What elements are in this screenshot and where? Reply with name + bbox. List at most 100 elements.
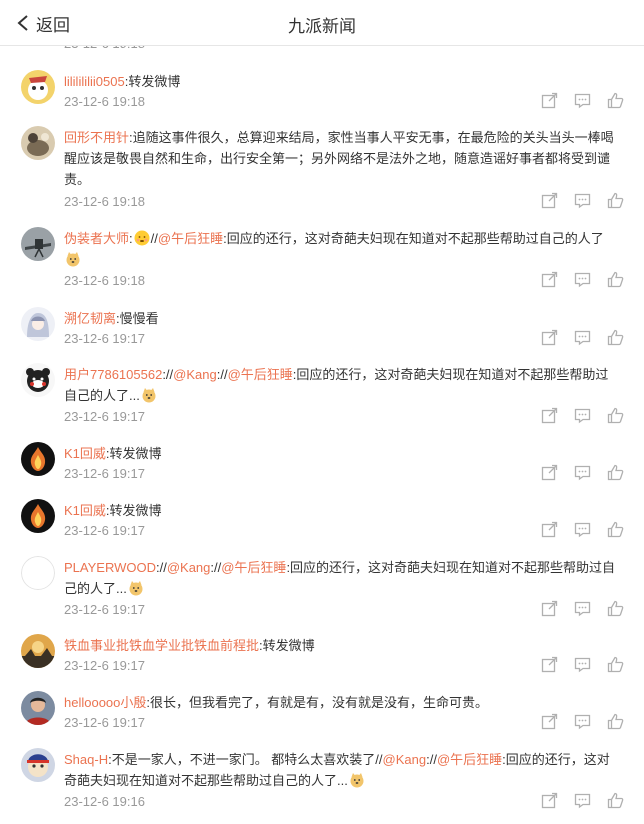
comment-username[interactable]: 用户7786105562 — [64, 367, 162, 382]
avatar[interactable] — [21, 499, 55, 533]
mention-link[interactable]: @午后狂睡 — [221, 560, 286, 575]
comment-text: :回应的还行，这对奇葩夫妇现在知道对不起那些帮助过自己的人了 — [223, 231, 604, 246]
comment-text: :不是一家人，不进一家门。 都特么太喜欢装了// — [108, 752, 383, 767]
share-icon[interactable] — [541, 271, 558, 288]
comment-text: :// — [210, 560, 222, 575]
comment-actions — [541, 407, 624, 424]
share-icon[interactable] — [541, 329, 558, 346]
comment-username[interactable]: hellooooo小殷 — [64, 695, 146, 710]
comment-time: 23-12-6 19:17 — [64, 658, 145, 673]
comment-text: :转发微博 — [124, 74, 181, 89]
avatar[interactable] — [21, 691, 55, 725]
comment-text: :慢慢看 — [116, 311, 159, 326]
share-icon[interactable] — [541, 464, 558, 481]
share-icon[interactable] — [541, 407, 558, 424]
comment-icon[interactable] — [574, 464, 591, 481]
like-icon[interactable] — [607, 713, 624, 730]
comment-username[interactable]: K1回威 — [64, 446, 106, 461]
comment-username[interactable]: 回形不用针 — [64, 130, 129, 145]
share-icon[interactable] — [541, 192, 558, 209]
avatar[interactable] — [21, 363, 55, 397]
doge-emoji-icon — [66, 252, 80, 267]
comment-icon[interactable] — [574, 656, 591, 673]
comment-username[interactable]: 铁血事业批铁血学业批铁血前程批 — [64, 638, 259, 653]
avatar[interactable] — [21, 748, 55, 782]
comment-actions — [541, 464, 624, 481]
avatar[interactable] — [21, 556, 55, 590]
share-icon[interactable] — [541, 713, 558, 730]
comment-text: :// — [426, 752, 437, 767]
like-icon[interactable] — [607, 600, 624, 617]
mention-link[interactable]: @午后狂睡 — [437, 752, 502, 767]
comment-username[interactable]: Shaq-H — [64, 752, 108, 767]
comment-icon[interactable] — [574, 329, 591, 346]
comment-text: :// — [216, 367, 228, 382]
like-icon[interactable] — [607, 192, 624, 209]
avatar[interactable] — [21, 227, 55, 261]
comment-icon[interactable] — [574, 600, 591, 617]
comment-time: 23-12-6 19:17 — [64, 602, 145, 617]
comment-username[interactable]: 溯亿韧离 — [64, 311, 116, 326]
share-icon[interactable] — [541, 521, 558, 538]
avatar[interactable] — [21, 70, 55, 104]
mention-link[interactable]: @Kang — [167, 560, 211, 575]
comment-icon[interactable] — [574, 92, 591, 109]
comment-time: 23-12-6 19:18 — [64, 94, 145, 109]
comment-time: 23-12-6 19:16 — [64, 794, 145, 809]
mention-link[interactable]: @午后狂睡 — [158, 231, 223, 246]
like-icon[interactable] — [607, 521, 624, 538]
comment-text: :转发微博 — [259, 638, 315, 653]
share-icon[interactable] — [541, 600, 558, 617]
comment-time: 23-12-6 19:17 — [64, 466, 145, 481]
like-icon[interactable] — [607, 407, 624, 424]
comment-icon[interactable] — [574, 792, 591, 809]
share-icon[interactable] — [541, 656, 558, 673]
like-icon[interactable] — [607, 656, 624, 673]
mention-link[interactable]: @Kang — [173, 367, 217, 382]
comment-text: :// — [162, 367, 174, 382]
comment-body: 用户7786105562://@Kang://@午后狂睡:回应的还行，这对奇葩夫… — [64, 364, 620, 406]
comment-icon[interactable] — [574, 407, 591, 424]
comment-time: 23-12-6 19:17 — [64, 409, 145, 424]
comment-actions — [541, 600, 624, 617]
mention-link[interactable]: @Kang — [383, 752, 427, 767]
comment-text: :转发微博 — [105, 503, 162, 518]
comment-body: PLAYERWOOD://@Kang://@午后狂睡:回应的还行，这对奇葩夫妇现… — [64, 557, 620, 599]
share-icon[interactable] — [541, 792, 558, 809]
like-icon[interactable] — [607, 329, 624, 346]
comment-actions — [541, 521, 624, 538]
like-icon[interactable] — [607, 792, 624, 809]
comment-text: // — [150, 231, 158, 246]
share-icon[interactable] — [541, 92, 558, 109]
avatar[interactable] — [21, 307, 55, 341]
comment-username[interactable]: PLAYERWOOD — [64, 560, 156, 575]
mention-link[interactable]: @午后狂睡 — [228, 367, 293, 382]
comment-text: :追随这事件很久，总算迎来结局，家性当事人平安无事，在最危险的关头当头一棒喝醒应… — [64, 130, 614, 187]
avatar[interactable] — [21, 442, 55, 476]
top-nav-bar: 返回 九派新闻 — [0, 0, 644, 46]
comment-time: 23-12-6 19:17 — [64, 331, 145, 346]
comment-icon[interactable] — [574, 192, 591, 209]
comment-username[interactable]: 伪装者大师 — [64, 231, 129, 246]
comment-icon[interactable] — [574, 713, 591, 730]
like-icon[interactable] — [607, 464, 624, 481]
comment-body: 回形不用针:追随这事件很久，总算迎来结局，家性当事人平安无事，在最危险的关头当头… — [64, 127, 620, 190]
comment-actions — [541, 656, 624, 673]
comment-actions — [541, 792, 624, 809]
avatar[interactable] — [21, 634, 55, 668]
avatar[interactable] — [21, 126, 55, 160]
comment-username[interactable]: K1回威 — [64, 503, 106, 518]
comment-icon[interactable] — [574, 271, 591, 288]
like-icon[interactable] — [607, 92, 624, 109]
comment-username[interactable]: lililililii0505 — [64, 74, 125, 89]
comment-body: 铁血事业批铁血学业批铁血前程批:转发微博 — [64, 635, 620, 656]
doge-emoji-icon — [129, 581, 143, 596]
comment-text: :// — [155, 560, 167, 575]
comment-text: :很长，但我看完了，有就是有，没有就是没有，生命可贵。 — [146, 695, 489, 710]
like-icon[interactable] — [607, 271, 624, 288]
comment-icon[interactable] — [574, 521, 591, 538]
comment-actions — [541, 92, 624, 109]
comment-body: lililililii0505:转发微博 — [64, 71, 620, 92]
comment-text: :转发微博 — [105, 446, 162, 461]
comment-time: 23-12-6 19:17 — [64, 715, 145, 730]
